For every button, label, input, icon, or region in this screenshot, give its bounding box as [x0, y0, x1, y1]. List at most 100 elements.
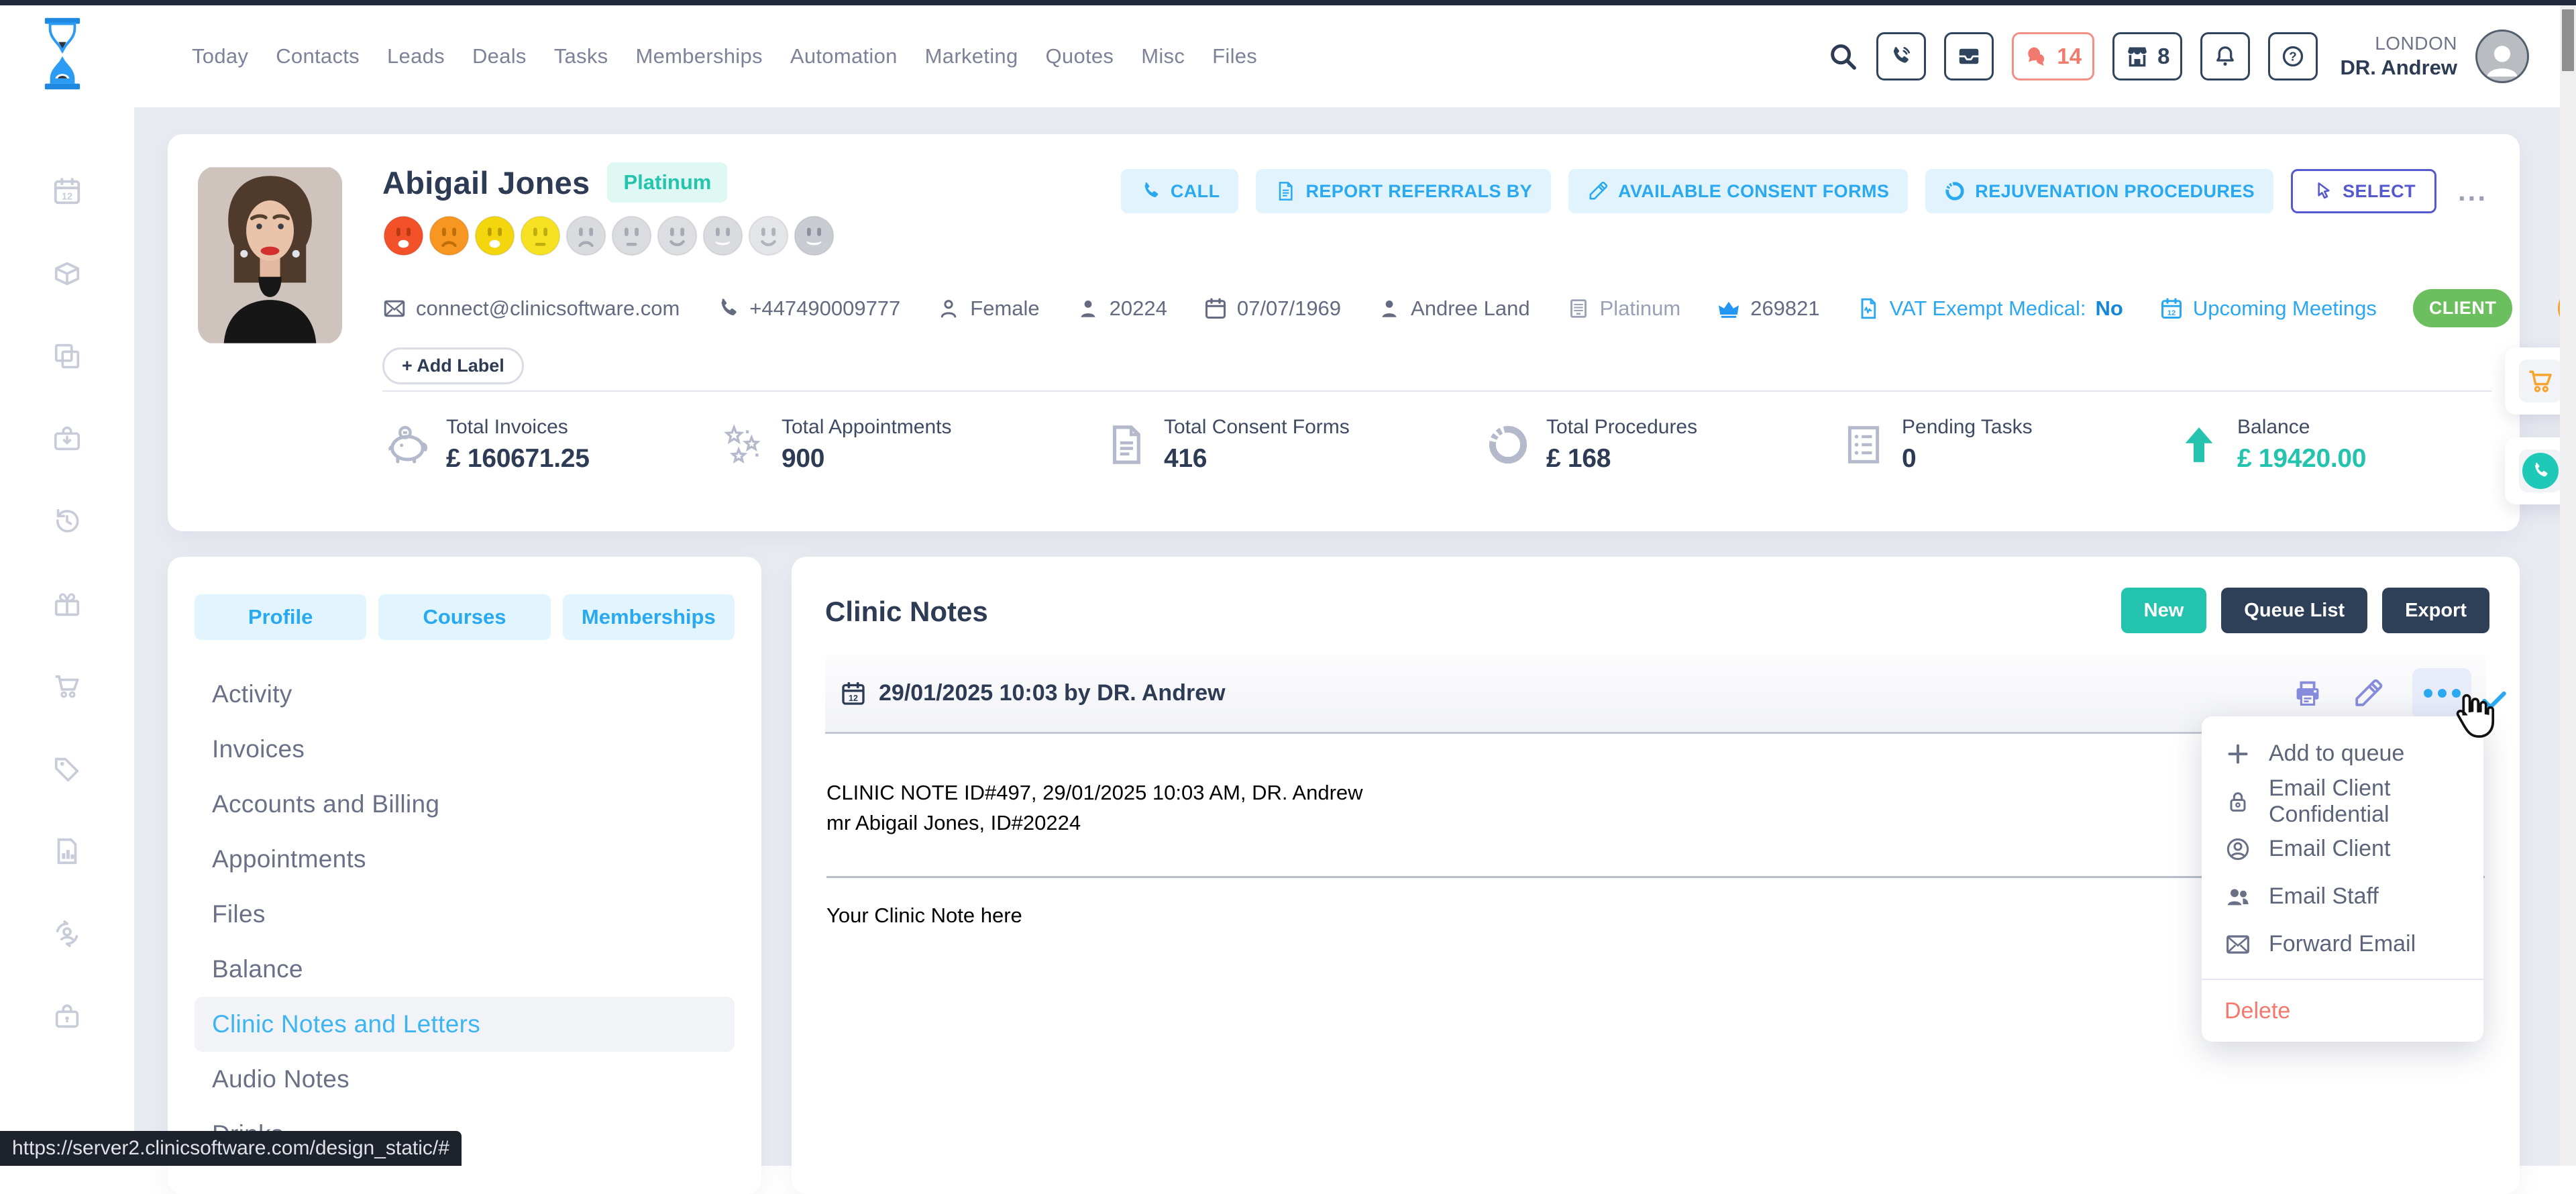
tab-profile[interactable]: Profile [195, 594, 366, 640]
rail-history-button[interactable] [52, 506, 83, 537]
rail-cart-button[interactable] [52, 671, 83, 702]
dropdown-forward-email[interactable]: Forward Email [2202, 920, 2483, 968]
store-button[interactable]: 8 [2112, 32, 2182, 80]
select-button[interactable]: SELECT [2291, 169, 2436, 213]
rail-copy-button[interactable] [52, 341, 83, 372]
menu-item-activity[interactable]: Activity [195, 667, 735, 722]
vat-exempt-link[interactable]: VAT Exempt Medical:No [1856, 296, 2123, 321]
rail-tag-button[interactable] [52, 753, 83, 784]
nav-item-today[interactable]: Today [192, 44, 248, 68]
patient-id: 20224 [1076, 296, 1167, 321]
search-icon[interactable] [1827, 41, 1858, 72]
rail-report-button[interactable] [52, 836, 83, 867]
help-button[interactable] [2268, 32, 2318, 80]
print-note-button[interactable] [2292, 677, 2324, 710]
nav-item-quotes[interactable]: Quotes [1045, 44, 1114, 68]
export-button[interactable]: Export [2382, 588, 2489, 633]
checklist-icon [1841, 423, 1886, 467]
nav-item-leads[interactable]: Leads [387, 44, 445, 68]
chat-count-badge: 14 [2057, 44, 2082, 69]
patient-phone[interactable]: +447490009777 [716, 296, 900, 321]
mood-face-3[interactable] [474, 215, 516, 257]
rejuvenation-button[interactable]: REJUVENATION PROCEDURES [1925, 169, 2273, 213]
chat-bubbles-icon [2025, 44, 2049, 68]
tab-memberships[interactable]: Memberships [563, 594, 735, 640]
menu-item-files[interactable]: Files [195, 887, 735, 942]
rail-client-sync-button[interactable] [52, 918, 83, 949]
note-more-button[interactable] [2412, 668, 2471, 719]
nav-item-marketing[interactable]: Marketing [925, 44, 1018, 68]
nav-item-automation[interactable]: Automation [790, 44, 898, 68]
phone-rings-icon [1889, 44, 1913, 68]
patient-photo[interactable] [198, 166, 342, 344]
mood-face-1[interactable] [382, 215, 425, 257]
user-avatar[interactable] [2475, 30, 2529, 83]
chat-button[interactable]: 14 [2012, 32, 2094, 80]
tab-courses[interactable]: Courses [378, 594, 550, 640]
mood-face-7[interactable] [656, 215, 698, 257]
page-scrollbar[interactable] [2560, 5, 2576, 1166]
notifications-button[interactable] [2200, 32, 2250, 80]
mood-face-6[interactable] [610, 215, 653, 257]
mood-face-8[interactable] [702, 215, 744, 257]
rail-gift-button[interactable] [52, 588, 83, 619]
rail-briefcase-button[interactable] [52, 423, 83, 454]
edit-note-button[interactable] [2352, 677, 2384, 710]
scrollbar-thumb[interactable] [2562, 9, 2574, 71]
dot [2452, 689, 2461, 698]
menu-item-accounts-billing[interactable]: Accounts and Billing [195, 777, 735, 832]
dropdown-email-client-confidential[interactable]: Email Client Confidential [2202, 777, 2483, 825]
add-label-button[interactable]: + Add Label [382, 347, 524, 384]
nav-item-misc[interactable]: Misc [1141, 44, 1185, 68]
clinicsoftware-logo[interactable] [42, 17, 83, 90]
dropdown-email-client[interactable]: Email Client [2202, 825, 2483, 873]
queue-list-button[interactable]: Queue List [2221, 588, 2367, 633]
dropdown-add-to-queue[interactable]: Add to queue [2202, 730, 2483, 777]
menu-item-audio-notes[interactable]: Audio Notes [195, 1052, 735, 1107]
patient-loyalty: 269821 [1717, 296, 1819, 321]
new-note-button[interactable]: New [2121, 588, 2207, 633]
left-icon-rail [0, 107, 134, 1166]
tier-badge: Platinum [607, 162, 727, 203]
nav-item-files[interactable]: Files [1212, 44, 1257, 68]
person-solid-icon [1076, 296, 1100, 321]
top-header-bar: Today Contacts Leads Deals Tasks Members… [0, 5, 2576, 107]
nav-item-deals[interactable]: Deals [472, 44, 527, 68]
envelope-icon [382, 296, 407, 321]
mood-face-9[interactable] [747, 215, 790, 257]
browser-status-bar: https://server2.clinicsoftware.com/desig… [0, 1131, 462, 1166]
profile-more-button[interactable]: ... [2454, 175, 2491, 207]
mood-face-4[interactable] [519, 215, 561, 257]
patient-email[interactable]: connect@clinicsoftware.com [382, 296, 680, 321]
consent-forms-button[interactable]: AVAILABLE CONSENT FORMS [1568, 169, 1908, 213]
inbox-button[interactable] [1944, 32, 1994, 80]
report-referrals-button[interactable]: REPORT REFERRALS BY [1256, 169, 1551, 213]
dropdown-delete[interactable]: Delete [2202, 979, 2483, 1042]
dot [2438, 689, 2447, 698]
person-icon [936, 296, 961, 321]
dropdown-email-staff[interactable]: Email Staff [2202, 873, 2483, 920]
mood-face-10[interactable] [793, 215, 835, 257]
upcoming-meetings-link[interactable]: Upcoming Meetings [2159, 296, 2377, 321]
calendar-icon [1203, 296, 1228, 321]
stat-total-consent-forms: Total Consent Forms416 [1104, 416, 1350, 474]
help-icon [2281, 44, 2305, 68]
stars-icon [721, 423, 765, 467]
menu-item-balance[interactable]: Balance [195, 942, 735, 997]
nav-item-tasks[interactable]: Tasks [554, 44, 608, 68]
phone-button[interactable] [1876, 32, 1926, 80]
nav-item-memberships[interactable]: Memberships [635, 44, 762, 68]
archive-icon [1566, 296, 1591, 321]
stat-balance: Balance£ 19420.00 [2177, 416, 2366, 474]
calendar-icon [840, 680, 867, 707]
rail-calendar-button[interactable] [52, 176, 83, 207]
rail-package-button[interactable] [52, 258, 83, 289]
mood-face-5[interactable] [565, 215, 607, 257]
menu-item-appointments[interactable]: Appointments [195, 832, 735, 887]
call-button[interactable]: CALL [1121, 169, 1239, 213]
rail-lock-button[interactable] [52, 1001, 83, 1032]
menu-item-invoices[interactable]: Invoices [195, 722, 735, 777]
nav-item-contacts[interactable]: Contacts [276, 44, 360, 68]
mood-face-2[interactable] [428, 215, 470, 257]
menu-item-clinic-notes[interactable]: Clinic Notes and Letters [195, 997, 735, 1052]
